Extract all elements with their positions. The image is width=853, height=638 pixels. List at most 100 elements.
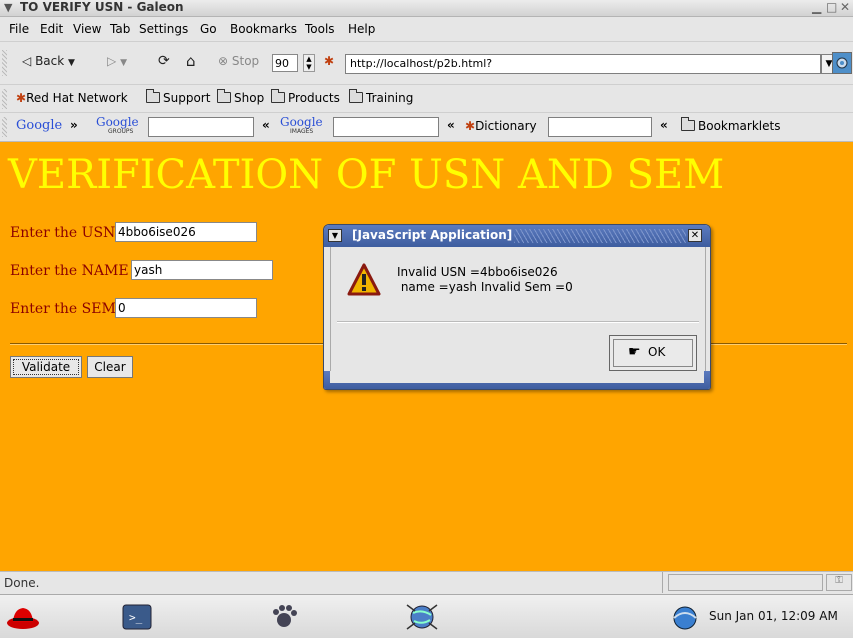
google-images-input[interactable] [333,117,439,137]
validate-button[interactable]: Validate [10,356,82,378]
folder-icon [146,89,160,103]
toolbar-grip[interactable] [2,89,7,109]
menu-help[interactable]: Help [348,22,375,36]
web-browser-globe-icon[interactable] [405,601,439,633]
warning-icon [347,263,381,296]
forward-dropdown-icon[interactable]: ▼ [120,58,127,68]
name-label: Enter the NAME [10,263,129,279]
bookmarklets-folder[interactable]: Bookmarklets [681,117,780,133]
folder-icon [271,89,285,103]
google-images-label: IMAGES [290,128,314,135]
folder-icon [349,89,363,103]
redhat-menu-icon[interactable] [6,601,40,631]
ok-button[interactable]: ☛ OK [609,335,697,371]
window-menu-icon[interactable]: ▼ [4,1,12,14]
home-icon[interactable]: ⌂ [186,52,196,70]
maximize-icon[interactable]: □ [826,0,837,14]
dialog-close-icon[interactable]: ✕ [688,229,702,242]
status-bar: Done. ⚿ [0,571,853,594]
bookmark-folder-products[interactable]: Products [271,89,340,105]
menu-bookmarks[interactable]: Bookmarks [230,22,297,36]
menu-bar: File Edit View Tab Settings Go Bookmarks… [0,17,853,42]
folder-icon [217,89,231,103]
sem-input[interactable]: 0 [115,298,257,318]
svg-text:>_: >_ [129,611,143,624]
url-input[interactable]: http://localhost/p2b.html? [345,54,821,74]
galeon-paw-icon[interactable] [270,603,298,631]
progress-panel [668,574,823,591]
google-groups-input[interactable] [148,117,254,137]
ok-hand-icon: ☛ [628,344,641,360]
window-titlebar: ▼ TO VERIFY USN - Galeon ▁ □ ✕ [0,0,853,17]
back-button[interactable]: ◁ Back ▼ [22,54,75,68]
dialog-bottom-frame [324,371,710,389]
google-images-button[interactable]: Google [280,115,323,129]
laquo-separator: « [447,118,455,132]
bookmarks-toolbar: ✱Red Hat Network Support Shop Products T… [0,85,853,113]
laquo-separator: « [660,118,668,132]
raquo-separator: » [70,118,78,132]
stop-icon: ⊗ [218,54,229,68]
titlebar-stripes [514,229,686,243]
google-toolbar: Google » Google GROUPS « Google IMAGES «… [0,113,853,142]
minimize-icon[interactable]: ▁ [812,0,821,14]
forward-arrow-icon: ▷ [107,54,117,68]
name-input[interactable]: yash [131,260,273,280]
dictionary-button[interactable]: ✱Dictionary [465,119,537,133]
javascript-alert-dialog: ▼ [JavaScript Application] ✕ Invalid USN… [323,224,711,390]
close-icon[interactable]: ✕ [840,0,850,14]
menu-go[interactable]: Go [200,22,217,36]
sem-label: Enter the SEM [10,301,116,317]
reload-icon[interactable]: ⟳ [158,53,170,69]
dialog-body: Invalid USN =4bbo6ise026 name =yash Inva… [330,247,706,371]
dialog-title: [JavaScript Application] [352,228,513,242]
terminal-icon[interactable]: >_ [122,604,152,630]
menu-edit[interactable]: Edit [40,22,63,36]
dialog-message: Invalid USN =4bbo6ise026 name =yash Inva… [397,265,573,294]
laquo-separator: « [262,118,270,132]
google-groups-label: GROUPS [108,128,134,135]
go-button[interactable] [832,52,852,74]
dialog-menu-icon[interactable]: ▼ [328,229,342,242]
status-panel [0,572,663,593]
zoom-spinner[interactable]: ▲ ▼ [303,54,315,72]
navigation-toolbar: ◁ Back ▼ ▷ ▼ ⟳ ⌂ ⊗ Stop 90 ▲ ▼ ✱ http://l… [0,42,853,85]
bookmark-folder-support[interactable]: Support [146,89,210,105]
dialog-titlebar[interactable]: ▼ [JavaScript Application] ✕ [324,225,710,247]
network-status-icon[interactable] [668,605,702,631]
security-lock-icon[interactable]: ⚿ [826,574,852,591]
page-heading: VERIFICATION OF USN AND SEM [8,152,725,198]
ok-label: OK [648,345,666,359]
taskbar-clock[interactable]: Sun Jan 01, 12:09 AM [709,609,838,623]
menu-view[interactable]: View [73,22,101,36]
dialog-bottom-inner [330,371,704,383]
stop-button[interactable]: ⊗ Stop [218,54,259,68]
toolbar-grip[interactable] [2,117,7,137]
menu-tools[interactable]: Tools [305,22,335,36]
google-search-button[interactable]: Google [16,118,62,133]
menu-tab[interactable]: Tab [110,22,130,36]
usn-input[interactable]: 4bbo6ise026 [115,222,257,242]
dictionary-input[interactable] [548,117,652,137]
desktop-taskbar: >_ Sun Jan 01, 12:09 AM [0,594,853,638]
forward-button[interactable]: ▷ ▼ [107,54,127,68]
redhat-favicon-icon: ✱ [16,91,27,105]
zoom-input[interactable]: 90 [272,54,298,72]
usn-label: Enter the USN [10,225,116,241]
toolbar-grip[interactable] [2,50,7,76]
clear-button[interactable]: Clear [87,356,133,378]
bookmark-folder-training[interactable]: Training [349,89,413,105]
back-dropdown-icon[interactable]: ▼ [68,58,75,68]
menu-settings[interactable]: Settings [139,22,188,36]
folder-icon [681,117,695,131]
window-title: TO VERIFY USN - Galeon [20,0,184,14]
bookmark-folder-shop[interactable]: Shop [217,89,264,105]
menu-file[interactable]: File [9,22,29,36]
dialog-separator [337,321,699,323]
dictionary-favicon-icon: ✱ [465,119,476,133]
google-groups-button[interactable]: Google [96,115,139,129]
bookmark-red-hat-network[interactable]: ✱Red Hat Network [16,91,128,105]
back-arrow-icon: ◁ [22,54,32,68]
gear-icon [836,57,848,69]
site-favicon-icon: ✱ [324,54,335,68]
